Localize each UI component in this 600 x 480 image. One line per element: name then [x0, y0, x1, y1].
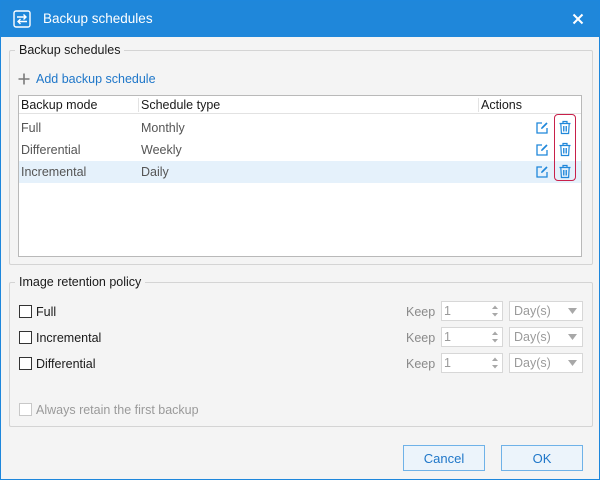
chevron-down-icon	[568, 308, 577, 314]
full-unit-select[interactable]: Day(s)	[509, 301, 583, 321]
row-backup-mode: Full	[21, 121, 42, 135]
incremental-keep-count-input[interactable]	[442, 328, 488, 346]
edit-icon[interactable]	[535, 121, 549, 135]
incremental-unit-value: Day(s)	[514, 330, 551, 344]
differential-keep-count-input[interactable]	[442, 354, 488, 372]
close-icon[interactable]	[569, 10, 587, 28]
backup-schedules-legend: Backup schedules	[19, 43, 121, 57]
row-schedule-type: Daily	[141, 165, 169, 179]
full-retention-checkbox[interactable]	[19, 305, 32, 318]
full-keep-count-input[interactable]	[442, 302, 488, 320]
spinner-arrows-icon[interactable]	[488, 328, 502, 346]
table-row[interactable]: Incremental Daily	[19, 161, 581, 183]
incremental-retention-label: Incremental	[36, 331, 102, 345]
spinner-arrows-icon[interactable]	[488, 354, 502, 372]
row-schedule-type: Weekly	[141, 143, 182, 157]
column-header-schedule-type[interactable]: Schedule type	[141, 98, 220, 112]
swap-arrows-icon	[13, 10, 31, 28]
keep-label: Keep	[406, 357, 436, 371]
incremental-unit-select[interactable]: Day(s)	[509, 327, 583, 347]
differential-retention-checkbox[interactable]	[19, 357, 32, 370]
incremental-retention-checkbox[interactable]	[19, 331, 32, 344]
image-retention-policy-legend: Image retention policy	[19, 275, 142, 289]
column-header-actions: Actions	[481, 98, 522, 112]
chevron-down-icon	[568, 360, 577, 366]
full-retention-label: Full	[36, 305, 57, 319]
ok-button[interactable]: OK	[501, 445, 583, 471]
column-separator	[478, 98, 479, 112]
add-backup-schedule-label: Add backup schedule	[36, 72, 156, 86]
always-retain-first-backup-checkbox[interactable]	[19, 403, 32, 416]
edit-icon[interactable]	[535, 143, 549, 157]
cancel-button[interactable]: Cancel	[403, 445, 485, 471]
column-separator	[138, 98, 139, 112]
add-backup-schedule-link[interactable]: Add backup schedule	[18, 71, 156, 87]
backup-schedules-dialog: Backup schedules Backup schedules Add ba…	[0, 0, 600, 480]
plus-icon	[18, 73, 30, 85]
full-unit-value: Day(s)	[514, 304, 551, 318]
window-title: Backup schedules	[43, 11, 153, 26]
differential-unit-value: Day(s)	[514, 356, 551, 370]
table-row[interactable]: Differential Weekly	[19, 139, 581, 161]
keep-label: Keep	[406, 305, 436, 319]
full-keep-count-stepper[interactable]	[441, 301, 503, 321]
row-backup-mode: Incremental	[21, 165, 87, 179]
spinner-arrows-icon[interactable]	[488, 302, 502, 320]
delete-actions-highlight	[554, 114, 576, 181]
table-row[interactable]: Full Monthly	[19, 117, 581, 139]
differential-unit-select[interactable]: Day(s)	[509, 353, 583, 373]
always-retain-first-backup-label: Always retain the first backup	[36, 403, 199, 417]
keep-label: Keep	[406, 331, 436, 345]
differential-retention-label: Differential	[36, 357, 96, 371]
table-header: Backup mode Schedule type Actions	[19, 96, 581, 114]
incremental-keep-count-stepper[interactable]	[441, 327, 503, 347]
column-header-backup-mode[interactable]: Backup mode	[21, 98, 97, 112]
row-schedule-type: Monthly	[141, 121, 185, 135]
schedules-table: Backup mode Schedule type Actions Full M…	[18, 95, 582, 257]
title-bar: Backup schedules	[1, 1, 599, 37]
chevron-down-icon	[568, 334, 577, 340]
differential-keep-count-stepper[interactable]	[441, 353, 503, 373]
row-backup-mode: Differential	[21, 143, 81, 157]
edit-icon[interactable]	[535, 165, 549, 179]
